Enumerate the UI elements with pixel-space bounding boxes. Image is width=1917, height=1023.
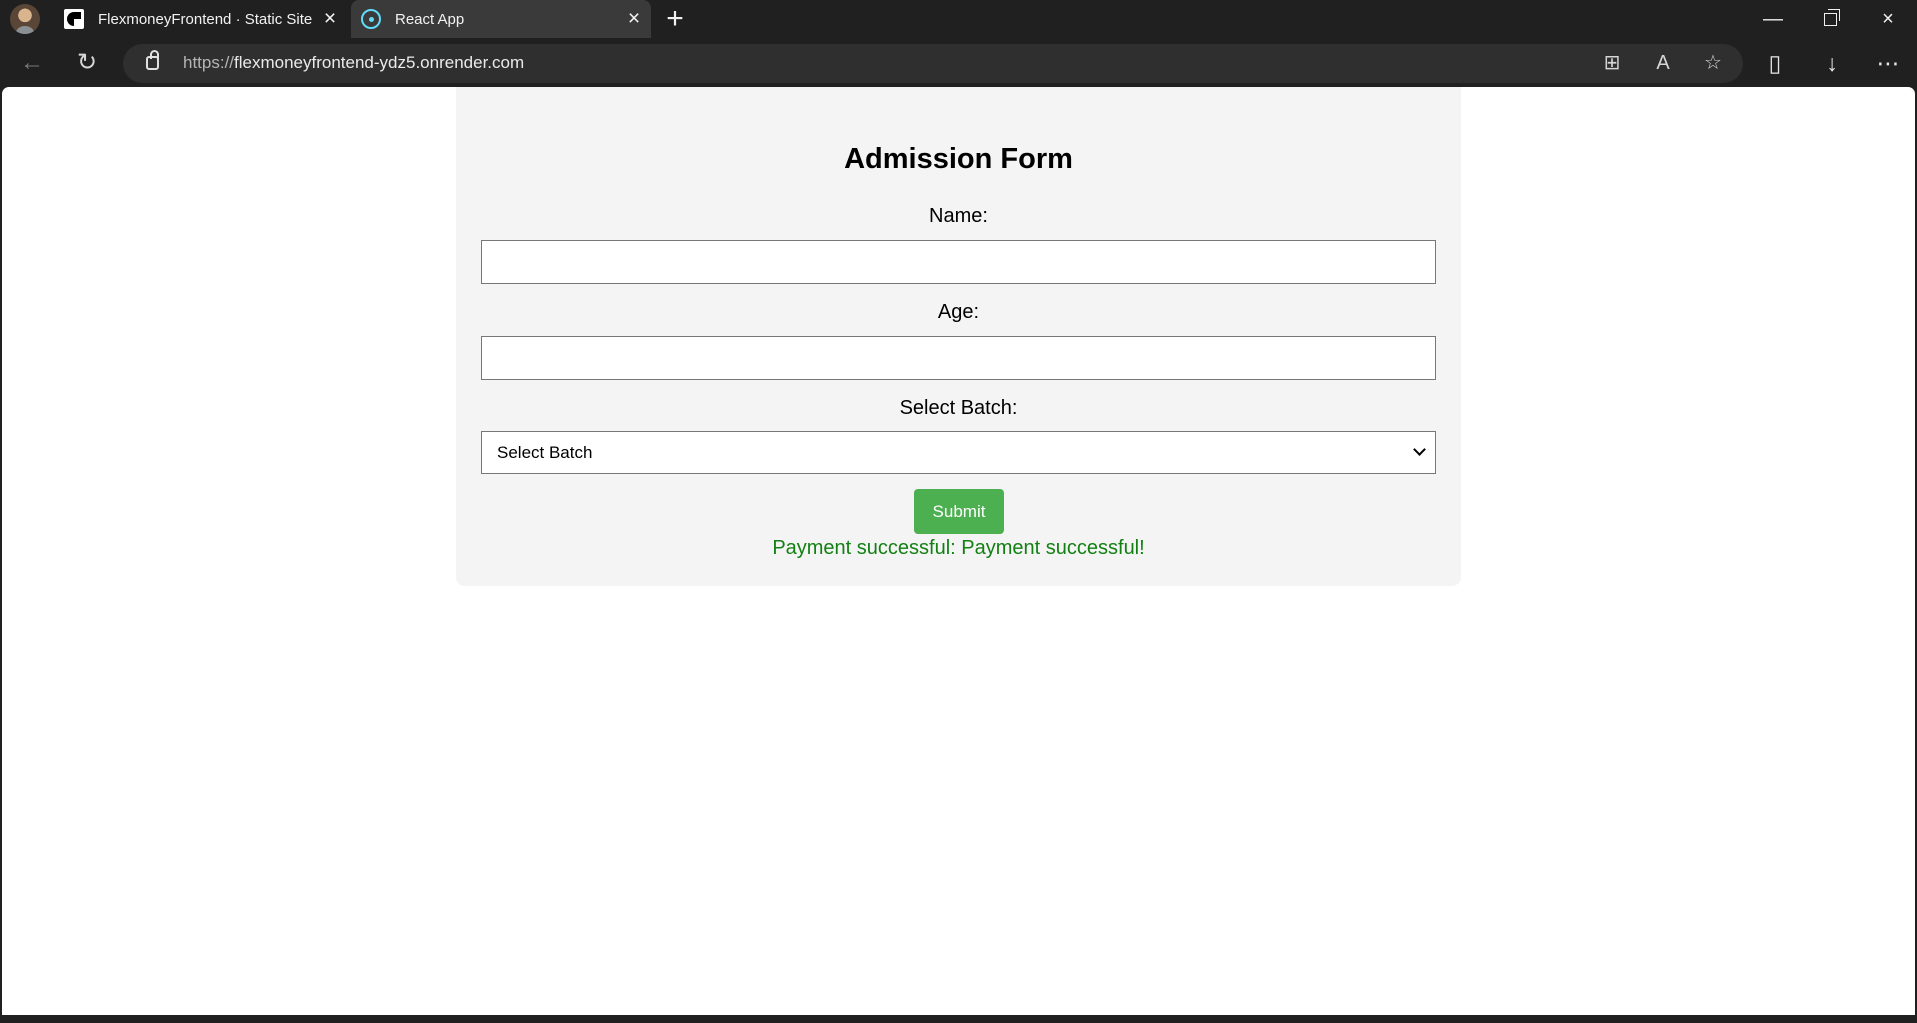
more-options-button[interactable]: ⋯ [1870, 45, 1906, 81]
submit-button[interactable]: Submit [914, 489, 1004, 534]
reload-button[interactable]: ↻ [69, 45, 105, 81]
render-icon [64, 9, 84, 29]
apps-icon[interactable]: ⊞ [1599, 50, 1625, 76]
url-host: flexmoneyfrontend-ydz5.onrender.com [234, 53, 525, 72]
back-button[interactable]: ← [14, 45, 50, 81]
url-protocol: https:// [183, 53, 235, 72]
form-title: Admission Form [844, 143, 1073, 175]
tab-label: FlexmoneyFrontend · Static Site [98, 10, 313, 28]
batch-select[interactable]: Select Batch [481, 431, 1436, 474]
web-page: Admission Form Name: Age: Select Batch: … [2, 87, 1915, 1015]
restore-icon [1823, 8, 1840, 26]
read-aloud-icon[interactable]: A [1650, 50, 1676, 76]
browser-window: FlexmoneyFrontend · Static Site × React … [0, 0, 1917, 87]
new-tab-button[interactable]: + [659, 4, 691, 36]
split-screen-button[interactable]: ▯ [1757, 45, 1793, 81]
admission-form-card: Admission Form Name: Age: Select Batch: … [456, 87, 1461, 586]
batch-label: Select Batch: [899, 397, 1018, 419]
tab-label: React App [395, 10, 465, 28]
age-input[interactable] [481, 336, 1436, 380]
payment-status-message: Payment successful: Payment successful! [772, 537, 1145, 559]
tab-flexmoney-frontend[interactable]: FlexmoneyFrontend · Static Site × [54, 0, 347, 38]
selected-batch: Select Batch [497, 442, 593, 462]
age-label: Age: [937, 301, 980, 323]
navigation-bar: ← ↻ https://flexmoneyfrontend-ydz5.onren… [0, 38, 1917, 87]
address-bar[interactable]: https://flexmoneyfrontend-ydz5.onrender.… [123, 44, 1743, 83]
url-text[interactable]: https://flexmoneyfrontend-ydz5.onrender.… [183, 53, 524, 73]
tab-bar: FlexmoneyFrontend · Static Site × React … [0, 0, 1917, 38]
chevron-down-icon [1413, 443, 1426, 456]
close-window-button[interactable]: × [1859, 0, 1917, 38]
favorite-star-icon[interactable]: ☆ [1700, 50, 1726, 76]
close-tab-icon[interactable]: × [623, 8, 645, 30]
close-tab-icon[interactable]: × [319, 8, 341, 30]
restore-button[interactable] [1801, 0, 1859, 38]
minimize-button[interactable]: — [1744, 0, 1802, 38]
name-input[interactable] [481, 240, 1436, 284]
name-label: Name: [929, 205, 988, 227]
lock-icon[interactable] [146, 50, 159, 70]
profile-avatar[interactable] [10, 4, 40, 34]
download-button[interactable]: ↓ [1814, 45, 1850, 81]
tab-react-app[interactable]: React App × [351, 0, 651, 38]
react-icon [361, 9, 381, 29]
